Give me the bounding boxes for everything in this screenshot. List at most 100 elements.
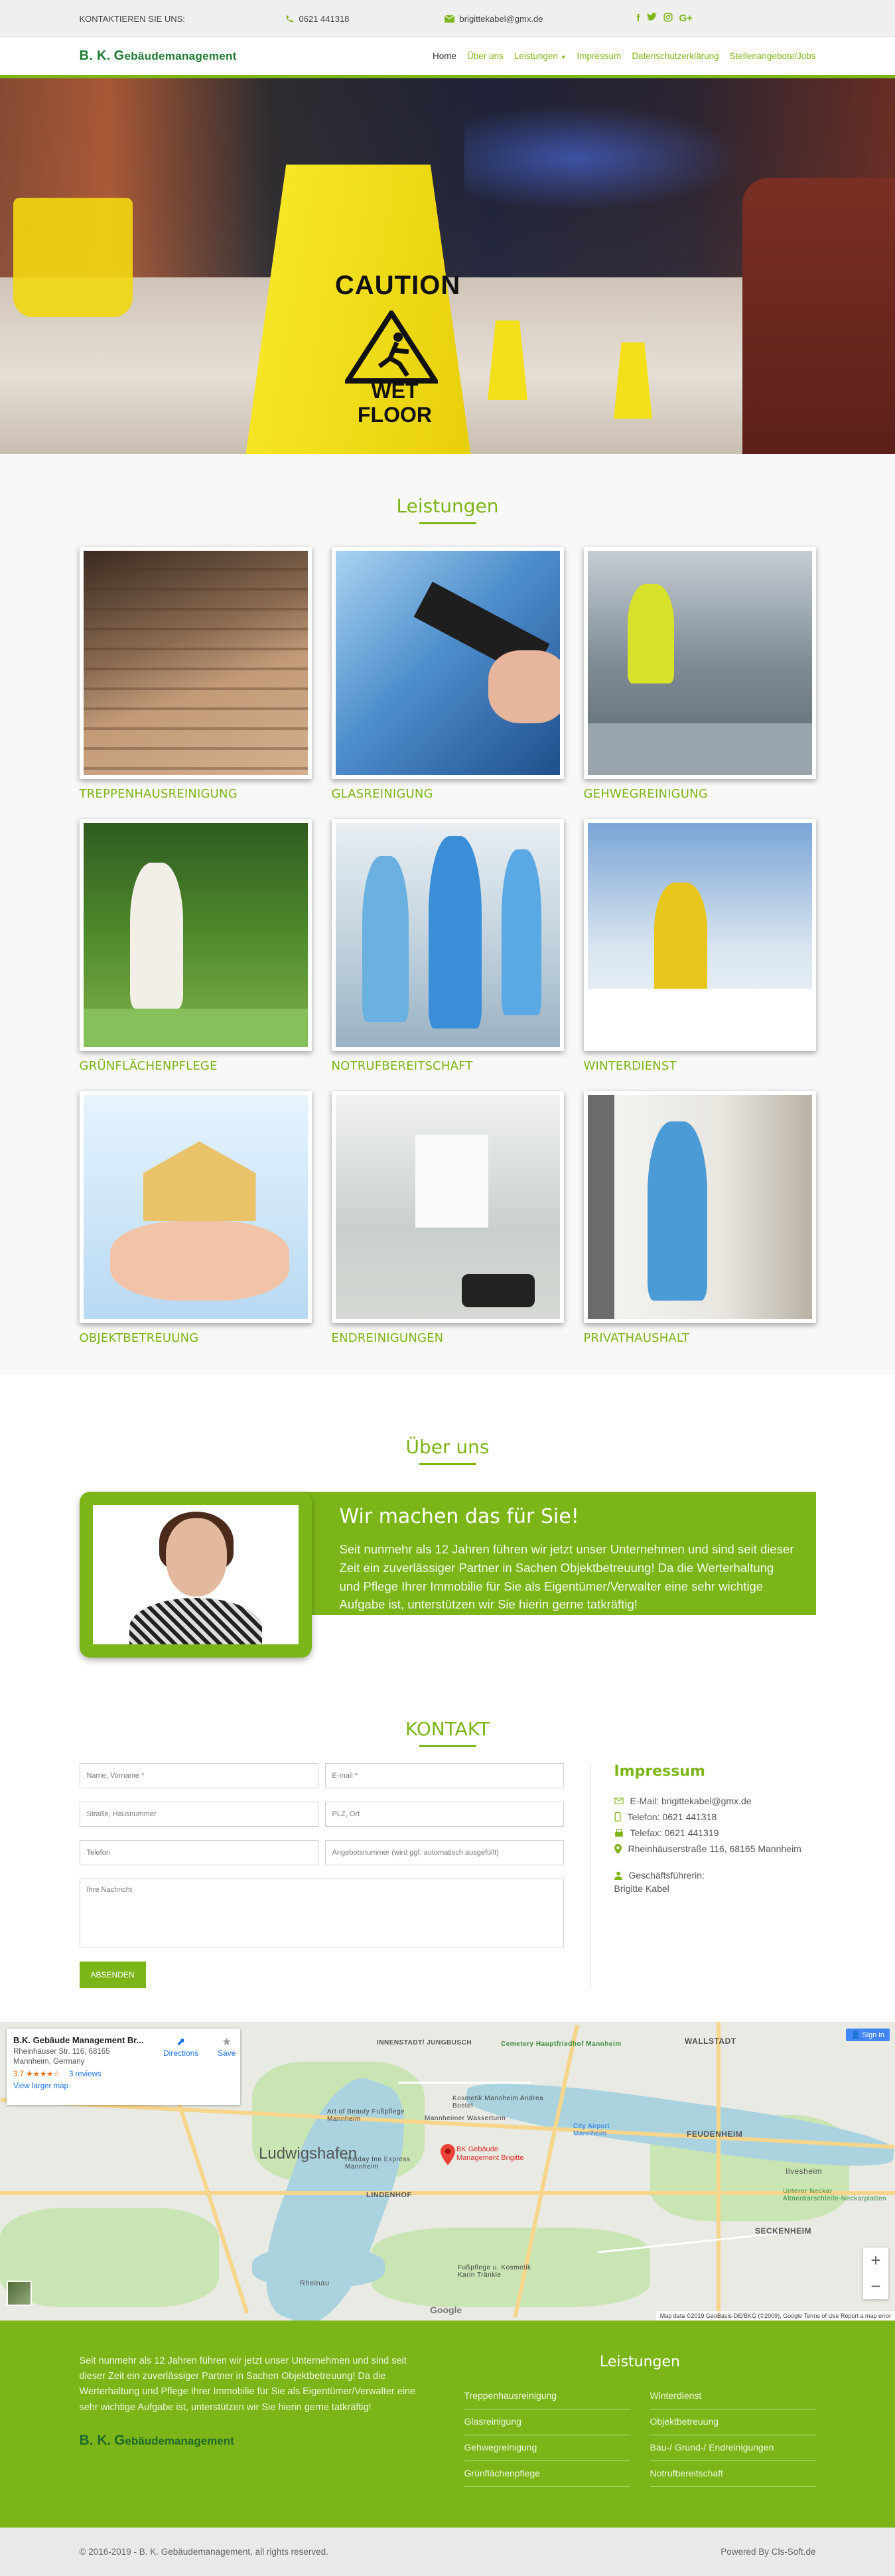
service-caption: ENDREINIGUNGEN: [331, 1331, 444, 1345]
service-caption: GEHWEGREINIGUNG: [583, 787, 708, 801]
facebook-icon[interactable]: f: [637, 13, 640, 25]
message-field[interactable]: [79, 1879, 564, 1948]
satellite-toggle[interactable]: [7, 2281, 32, 2306]
service-image: [331, 547, 564, 779]
service-caption: WINTERDIENST: [583, 1059, 677, 1073]
footer-link[interactable]: Gehwegreinigung: [464, 2435, 630, 2461]
site-footer: Seit nunmehr als 12 Jahren führen wir je…: [0, 2321, 895, 2528]
street-field[interactable]: [79, 1802, 318, 1827]
reviews-link[interactable]: 3 reviews: [69, 2070, 102, 2078]
service-caption: TREPPENHAUSREINIGUNG: [79, 787, 238, 801]
copyright-text: © 2016-2019 - B. K. Gebäudemanagement, a…: [79, 2547, 328, 2557]
owner-photo: [92, 1505, 299, 1644]
submit-button[interactable]: ABSENDEN: [79, 1962, 146, 1988]
topbar-phone-text: 0621 441318: [299, 13, 350, 24]
footer-link[interactable]: Notrufbereitschaft: [650, 2461, 816, 2487]
service-tile[interactable]: OBJEKTBETREUUNG: [79, 1091, 312, 1345]
nav-jobs[interactable]: Stellenangebote/Jobs: [730, 51, 816, 61]
footer-link[interactable]: Treppenhausreinigung: [464, 2384, 630, 2409]
main-navbar: B. K. Gebäudemanagement Home Über uns Le…: [0, 37, 895, 78]
about-heading: Wir machen das für Sie!: [339, 1505, 579, 1528]
services-section: Leistungen TREPPENHAUSREINIGUNG GLASREIN…: [0, 454, 895, 1375]
save-button[interactable]: ★ Save: [218, 2035, 236, 2058]
user-icon: [614, 1871, 622, 1880]
view-larger-map-link[interactable]: View larger map: [13, 2082, 234, 2090]
map-marker-icon: [614, 1843, 622, 1854]
service-caption: GLASREINIGUNG: [331, 787, 433, 801]
about-section: Über uns Wir machen das für Sie! Seit nu…: [0, 1375, 895, 1665]
service-caption: PRIVATHAUSHALT: [583, 1331, 689, 1345]
zip-city-field[interactable]: [324, 1802, 564, 1827]
service-tile[interactable]: NOTRUFBEREITSCHAFT: [331, 819, 564, 1073]
google-plus-icon[interactable]: G+: [679, 13, 693, 25]
location-pin-icon[interactable]: [441, 2144, 455, 2165]
footer-link[interactable]: Glasreinigung: [464, 2409, 630, 2435]
place-rating: 3.7 ★★★★☆ 3 reviews: [13, 2070, 102, 2078]
service-tile[interactable]: PRIVATHAUSHALT: [583, 1091, 816, 1345]
impressum-fax: Telefax: 0621 441319: [614, 1827, 801, 1838]
copyright-bar: © 2016-2019 - B. K. Gebäudemanagement, a…: [0, 2528, 895, 2576]
service-image: [79, 547, 312, 779]
email-field[interactable]: [324, 1763, 564, 1788]
services-grid: TREPPENHAUSREINIGUNG GLASREINIGUNG GEHWE…: [79, 547, 816, 1345]
contact-section: KONTAKT ABSENDEN Impressum E-Mail: brigi…: [0, 1665, 895, 2022]
service-image: [583, 547, 816, 779]
topbar-email[interactable]: brigittekabel@gmx.de: [444, 14, 637, 24]
about-title: Über uns: [405, 1436, 490, 1458]
footer-link[interactable]: Grünflächenpflege: [464, 2461, 630, 2487]
footer-link[interactable]: Winterdienst: [650, 2384, 816, 2409]
zoom-out-button[interactable]: −: [870, 2276, 880, 2297]
nav-privacy[interactable]: Datenschutzerklärung: [632, 51, 719, 61]
owner-photo-frame: [79, 1492, 312, 1658]
star-icon: ★: [222, 2037, 232, 2048]
twitter-icon[interactable]: [646, 13, 657, 25]
service-tile[interactable]: GRÜNFLÄCHENPFLEGE: [79, 819, 312, 1073]
footer-text: Seit nunmehr als 12 Jahren führen wir je…: [79, 2356, 416, 2413]
user-icon: 👤: [851, 2031, 861, 2039]
services-title: Leistungen: [396, 495, 499, 517]
service-tile[interactable]: TREPPENHAUSREINIGUNG: [79, 547, 312, 801]
service-image: [79, 819, 312, 1051]
nav-about[interactable]: Über uns: [467, 51, 504, 61]
mobile-phone-icon: [614, 1812, 621, 1822]
service-image: [583, 819, 816, 1051]
contact-label: KONTAKTIEREN SIE UNS:: [79, 13, 185, 24]
name-field[interactable]: [79, 1763, 318, 1788]
place-name: B.K. Gebäude Management Br...: [13, 2035, 144, 2045]
service-image: [331, 1091, 564, 1323]
offer-number-field[interactable]: [324, 1840, 564, 1865]
mop-bucket-graphic: [13, 198, 133, 317]
zoom-in-button[interactable]: +: [870, 2250, 880, 2271]
instagram-icon[interactable]: [663, 13, 673, 25]
map-attribution: Map data ©2019 GeoBasis-DE/BKG (©2009), …: [655, 2311, 895, 2321]
social-links: f G+: [637, 13, 693, 25]
service-tile[interactable]: WINTERDIENST: [583, 819, 816, 1073]
directions-button[interactable]: ⬈ Directions: [163, 2035, 198, 2058]
contact-title: KONTAKT: [405, 1718, 490, 1740]
service-caption: GRÜNFLÄCHENPFLEGE: [79, 1059, 218, 1073]
service-tile[interactable]: GEHWEGREINIGUNG: [583, 547, 816, 801]
service-image: [331, 819, 564, 1051]
impressum-phone: Telefon: 0621 441318: [614, 1812, 801, 1822]
powered-by-link[interactable]: Powered By Cls-Soft.de: [721, 2547, 815, 2557]
brand-logo[interactable]: B. K. Gebäudemanagement: [80, 48, 237, 64]
topbar-phone[interactable]: 0621 441318: [285, 14, 445, 24]
service-tile[interactable]: ENDREINIGUNGEN: [331, 1091, 564, 1345]
google-map[interactable]: WALLSTADT INNENSTADT/ JUNGBUSCH Cemetery…: [0, 2022, 895, 2321]
footer-link[interactable]: Bau-/ Grund-/ Endreinigungen: [650, 2435, 816, 2461]
nav-services[interactable]: Leistungen ▼: [514, 51, 567, 61]
service-caption: OBJEKTBETREUUNG: [79, 1331, 199, 1345]
star-rating-icon: ★★★★☆: [26, 2070, 60, 2078]
impressum-email[interactable]: E-Mail: brigittekabel@gmx.de: [614, 1796, 801, 1806]
service-image: [583, 1091, 816, 1323]
impressum-address: Rheinhäuserstraße 116, 68165 Mannheim: [614, 1843, 801, 1854]
footer-link[interactable]: Objektbetreuung: [650, 2409, 816, 2435]
map-sign-in-button[interactable]: 👤 Sign in: [845, 2029, 890, 2041]
nav-home[interactable]: Home: [433, 51, 456, 61]
service-tile[interactable]: GLASREINIGUNG: [331, 547, 564, 801]
nav-impressum[interactable]: Impressum: [577, 51, 622, 61]
impressum-title: Impressum: [614, 1763, 705, 1780]
phone-field[interactable]: [79, 1840, 318, 1865]
caret-down-icon: ▼: [560, 54, 567, 60]
top-contact-bar: KONTAKTIEREN SIE UNS: 0621 441318 brigit…: [0, 0, 895, 37]
